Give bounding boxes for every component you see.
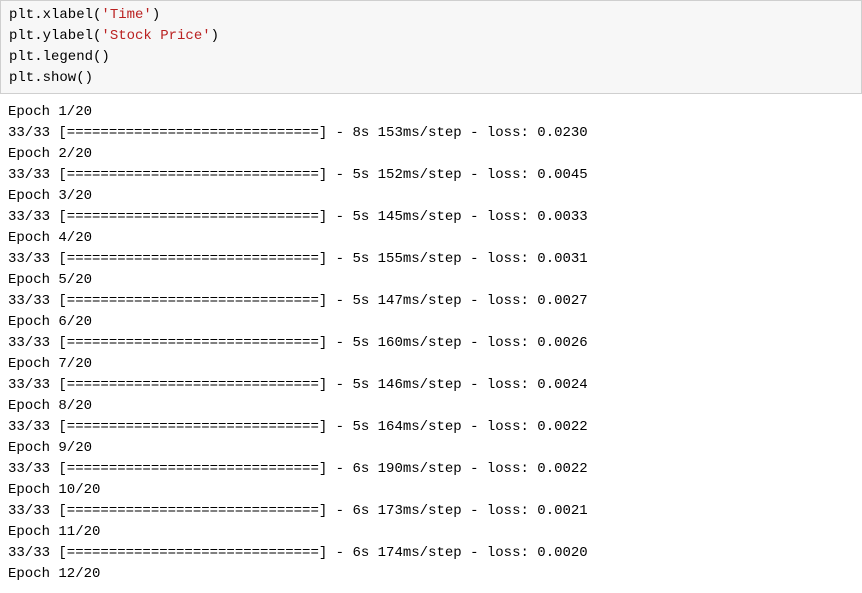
code-cell[interactable]: plt.xlabel('Time') plt.ylabel('Stock Pri… xyxy=(0,0,862,94)
epoch-header: Epoch 3/20 xyxy=(8,186,854,207)
epoch-block: Epoch 11/20 33/33 [=====================… xyxy=(8,522,854,564)
epoch-progress: 33/33 [==============================] -… xyxy=(8,459,854,480)
epoch-block: Epoch 6/20 33/33 [======================… xyxy=(8,312,854,354)
epoch-progress: 33/33 [==============================] -… xyxy=(8,417,854,438)
epoch-block: Epoch 12/20 xyxy=(8,564,854,585)
epoch-block: Epoch 9/20 33/33 [======================… xyxy=(8,438,854,480)
epoch-header: Epoch 2/20 xyxy=(8,144,854,165)
epoch-progress: 33/33 [==============================] -… xyxy=(8,375,854,396)
epoch-block: Epoch 10/20 33/33 [=====================… xyxy=(8,480,854,522)
code-paren: ) xyxy=(152,7,160,23)
code-string: 'Stock Price' xyxy=(101,28,210,44)
code-line: plt.ylabel('Stock Price') xyxy=(9,26,853,47)
epoch-header: Epoch 10/20 xyxy=(8,480,854,501)
epoch-header: Epoch 4/20 xyxy=(8,228,854,249)
epoch-progress: 33/33 [==============================] -… xyxy=(8,543,854,564)
epoch-header: Epoch 1/20 xyxy=(8,102,854,123)
epoch-header: Epoch 9/20 xyxy=(8,438,854,459)
epoch-progress: 33/33 [==============================] -… xyxy=(8,291,854,312)
code-line: plt.xlabel('Time') xyxy=(9,5,853,26)
epoch-header: Epoch 5/20 xyxy=(8,270,854,291)
code-line: plt.show() xyxy=(9,68,853,89)
code-fn: plt.ylabel( xyxy=(9,28,101,44)
epoch-header: Epoch 8/20 xyxy=(8,396,854,417)
epoch-header: Epoch 12/20 xyxy=(8,564,854,585)
epoch-progress: 33/33 [==============================] -… xyxy=(8,249,854,270)
epoch-block: Epoch 2/20 33/33 [======================… xyxy=(8,144,854,186)
code-paren: ) xyxy=(211,28,219,44)
epoch-block: Epoch 5/20 33/33 [======================… xyxy=(8,270,854,312)
code-line: plt.legend() xyxy=(9,47,853,68)
epoch-header: Epoch 6/20 xyxy=(8,312,854,333)
epoch-progress: 33/33 [==============================] -… xyxy=(8,333,854,354)
epoch-block: Epoch 7/20 33/33 [======================… xyxy=(8,354,854,396)
epoch-progress: 33/33 [==============================] -… xyxy=(8,123,854,144)
epoch-progress: 33/33 [==============================] -… xyxy=(8,501,854,522)
epoch-header: Epoch 11/20 xyxy=(8,522,854,543)
epoch-block: Epoch 1/20 33/33 [======================… xyxy=(8,102,854,144)
code-fn: plt.xlabel( xyxy=(9,7,101,23)
output-area: Epoch 1/20 33/33 [======================… xyxy=(0,94,862,593)
code-string: 'Time' xyxy=(101,7,151,23)
epoch-block: Epoch 3/20 33/33 [======================… xyxy=(8,186,854,228)
epoch-block: Epoch 4/20 33/33 [======================… xyxy=(8,228,854,270)
epoch-progress: 33/33 [==============================] -… xyxy=(8,207,854,228)
epoch-header: Epoch 7/20 xyxy=(8,354,854,375)
epoch-progress: 33/33 [==============================] -… xyxy=(8,165,854,186)
epoch-block: Epoch 8/20 33/33 [======================… xyxy=(8,396,854,438)
